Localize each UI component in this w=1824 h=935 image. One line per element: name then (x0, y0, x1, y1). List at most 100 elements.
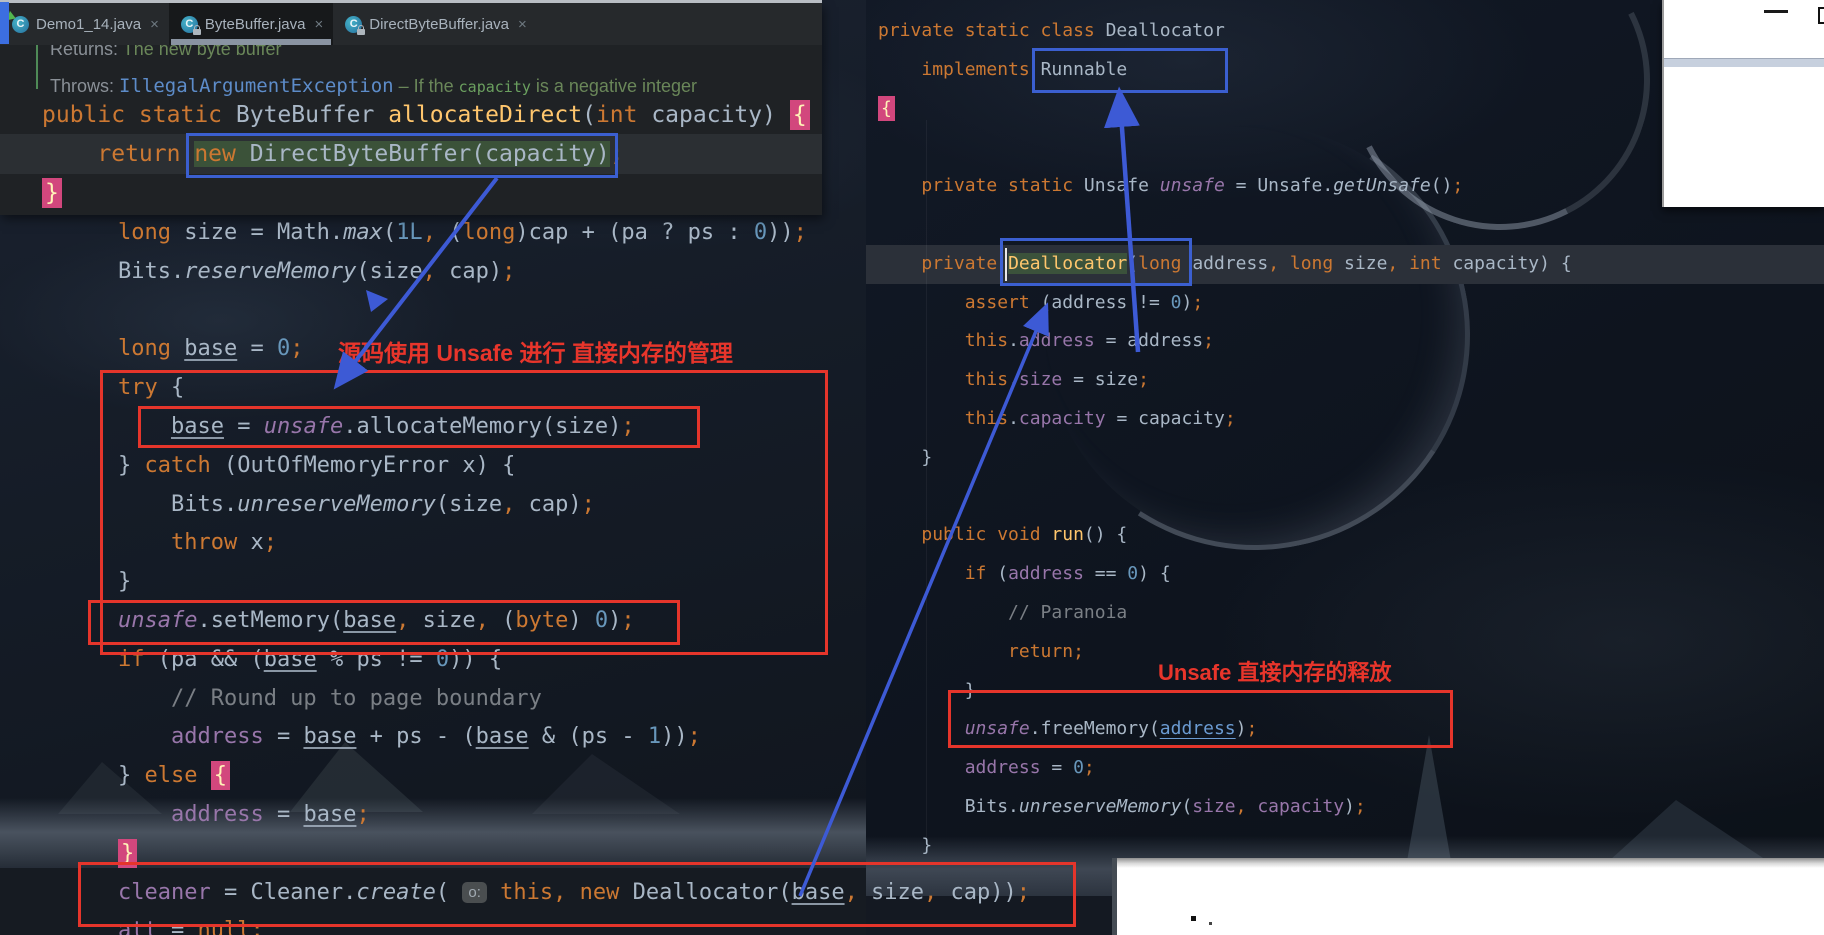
code-segment: address (1181, 253, 1268, 274)
code-segment: ) (1181, 292, 1192, 313)
code-segment: , (1236, 796, 1247, 817)
code-segment: cap) (436, 259, 502, 284)
code-segment: 1 (648, 724, 661, 749)
code-segment: == (1084, 563, 1127, 584)
tab-label: Demo1_14.java (36, 16, 141, 33)
code-segment: ; (290, 336, 303, 361)
code-segment: ; (356, 802, 369, 827)
code-segment: = (264, 802, 304, 827)
annotation-note-free: Unsafe 直接内存的释放 (1158, 655, 1391, 687)
code-segment: int (1398, 253, 1441, 274)
code-segment: reserveMemory (184, 259, 356, 284)
code-segment: Bits. (118, 259, 184, 284)
code-line (118, 292, 1030, 331)
close-icon[interactable]: × (314, 16, 323, 33)
highlight-box-deallocator-ctor (1000, 238, 1192, 286)
highlight-box-freememory (948, 690, 1453, 748)
code-segment: address (1019, 330, 1095, 351)
code-segment: ; (502, 259, 515, 284)
code-segment: base (303, 802, 356, 827)
lock-icon (357, 29, 365, 35)
code-segment (118, 724, 171, 749)
annotation-note-unsafe: 源码使用 Unsafe 进行 直接内存的管理 (338, 334, 733, 368)
code-line: } (42, 174, 810, 213)
ide-screenshot: private static class Deallocator impleme… (0, 0, 1824, 935)
tab-label: ByteBuffer.java (205, 16, 306, 33)
doc-throws-end: is a negative integer (531, 76, 697, 96)
code-segment (878, 175, 921, 196)
code-segment: = capacity (1106, 408, 1225, 429)
code-segment: 0 (1127, 563, 1138, 584)
code-segment: = size (1062, 369, 1138, 390)
code-segment: ByteBuffer (236, 102, 388, 128)
code-segment: } (42, 178, 62, 208)
text-speck (1209, 922, 1212, 925)
highlight-box-directbytebuffer (186, 133, 618, 178)
code-segment: ; (1084, 757, 1095, 778)
code-segment: ) (1344, 796, 1355, 817)
tab-demo1_14-java[interactable]: C Demo1_14.java × (0, 3, 169, 45)
code-line: Bits.reserveMemory(size, cap); (118, 253, 1030, 292)
doc-exception-link[interactable]: IllegalArgumentException (119, 75, 394, 97)
code-line: // Round up to page boundary (118, 680, 1030, 719)
tab-directbytebuffer-java[interactable]: C DirectByteBuffer.java × (333, 3, 537, 45)
close-icon[interactable]: × (150, 16, 159, 33)
code-line (878, 128, 1572, 167)
code-segment: ; (688, 724, 701, 749)
code-line: private static class Deallocator (878, 12, 1572, 51)
code-segment: Unsafe (1084, 175, 1160, 196)
code-segment: 0 (754, 220, 767, 245)
code-segment: = (264, 724, 304, 749)
code-segment: ) { (1138, 563, 1171, 584)
maximize-icon[interactable] (1818, 7, 1824, 24)
code-segment: return (97, 141, 194, 167)
minimize-icon[interactable] (1764, 10, 1788, 13)
code-segment: = address (1095, 330, 1203, 351)
doc-gutter-line (36, 43, 38, 89)
code-segment: address (171, 802, 264, 827)
tab-label: DirectByteBuffer.java (369, 16, 509, 33)
code-segment: base (303, 724, 356, 749)
tab-bytebuffer-java[interactable]: CByteBuffer.java× (169, 3, 333, 45)
code-line: address = base + ps - (base & (ps - 1)); (118, 718, 1030, 757)
code-line: { (878, 90, 1572, 129)
doc-throws-label: Throws: (50, 76, 114, 96)
class-icon: C (12, 16, 29, 33)
code-line: long size = Math.max(1L, (long)cap + (pa… (118, 214, 1030, 253)
code-line: private static Unsafe unsafe = Unsafe.ge… (878, 167, 1572, 206)
class-icon: C (345, 16, 362, 33)
code-segment: = (237, 336, 277, 361)
code-segment: implements (921, 59, 1029, 80)
code-segment: , (1387, 253, 1398, 274)
code-line: } else { (118, 757, 1030, 796)
code-segment: max (343, 220, 383, 245)
code-segment: + ps - ( (356, 724, 475, 749)
code-segment: ; (1452, 175, 1463, 196)
text-speck (1191, 916, 1196, 921)
code-segment: { (878, 96, 895, 121)
code-segment: 0 (1171, 292, 1182, 313)
code-segment (878, 59, 921, 80)
editor-tab-bar: CDemo1_14.java×CByteBuffer.java×CDirectB… (0, 3, 822, 45)
code-segment: // Round up to page boundary (118, 686, 542, 711)
lock-icon (193, 29, 201, 35)
code-segment: , (1268, 253, 1279, 274)
window-corner-accent (0, 2, 9, 44)
code-segment: } (118, 763, 145, 788)
code-segment: size (1192, 796, 1235, 817)
window-edge-strip (0, 0, 822, 3)
code-segment: (address != (1030, 292, 1171, 313)
code-segment: , (423, 259, 436, 284)
code-segment: int (596, 102, 638, 128)
code-segment (118, 802, 171, 827)
code-segment: { (211, 761, 230, 790)
code-segment: capacity (1019, 408, 1106, 429)
code-segment: 0 (1073, 757, 1084, 778)
close-icon[interactable]: × (518, 16, 527, 33)
code-segment (197, 763, 210, 788)
code-segment: else (145, 763, 198, 788)
code-segment: ; (1203, 330, 1214, 351)
code-segment: () { (1084, 524, 1127, 545)
code-segment: ( (582, 102, 596, 128)
toolbar-strip (1664, 58, 1824, 67)
